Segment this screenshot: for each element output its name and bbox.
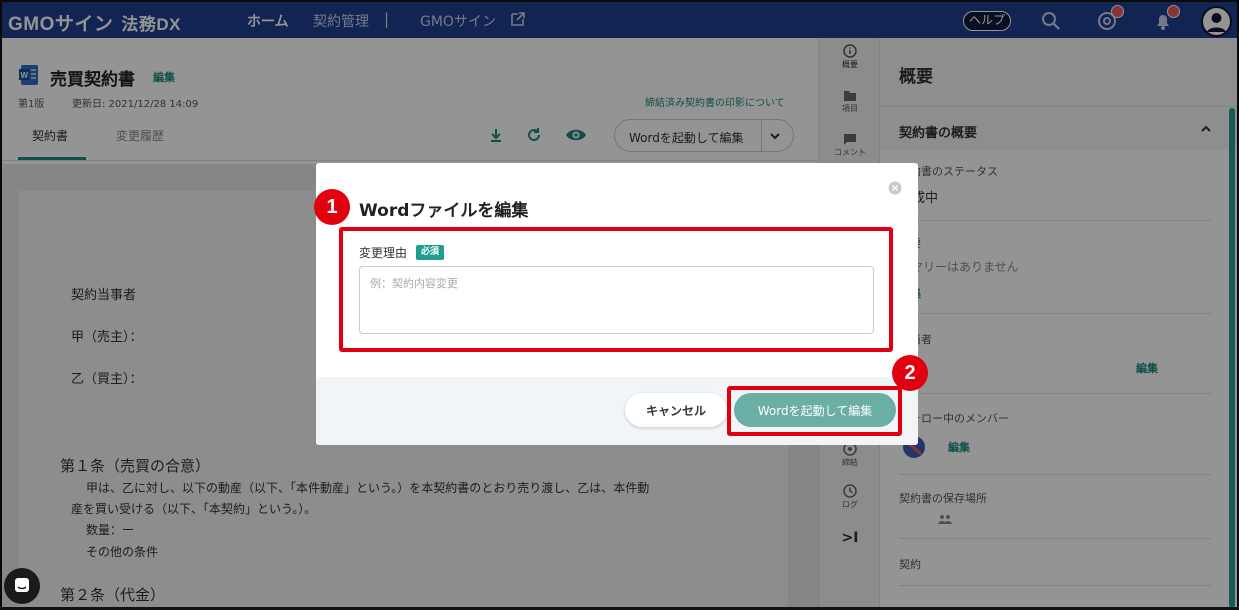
close-icon[interactable]	[888, 181, 902, 195]
cancel-button[interactable]: キャンセル	[625, 393, 727, 427]
chat-icon	[15, 578, 29, 592]
highlight-launch-button	[727, 386, 902, 436]
chat-support-button[interactable]	[4, 568, 40, 604]
highlight-reason-field	[339, 227, 893, 352]
step-marker-1: 1	[314, 189, 350, 225]
modal-title: Wordファイルを編集	[359, 201, 529, 221]
step-marker-2: 2	[892, 355, 928, 391]
